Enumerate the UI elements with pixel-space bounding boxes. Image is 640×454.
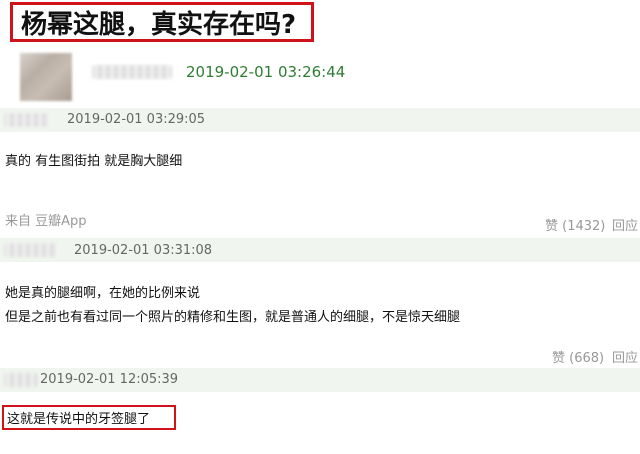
post-title: 杨幂这腿，真实存在吗?	[10, 2, 314, 42]
commenter-name-blurred[interactable]	[4, 113, 50, 127]
comment-timestamp: 2019-02-01 12:05:39	[40, 372, 179, 387]
comment-text: 真的 有生图街拍 就是胸大腿细	[5, 154, 183, 169]
comment-header: 2019-02-01 03:31:08	[0, 238, 640, 262]
post-title-text: 杨幂这腿，真实存在吗?	[21, 9, 297, 40]
highlighted-comment: 这就是传说中的牙签腿了	[2, 405, 176, 430]
commenter-name-blurred[interactable]	[4, 373, 38, 387]
avatar[interactable]	[20, 53, 72, 101]
comment-header: 2019-02-01 12:05:39	[0, 368, 640, 392]
username-blurred[interactable]	[92, 65, 172, 79]
comment-text-line: 她是真的腿细啊，在她的比例来说	[5, 286, 201, 301]
comment-timestamp: 2019-02-01 03:29:05	[67, 112, 206, 127]
reply-button[interactable]: 回应	[612, 347, 638, 366]
like-button[interactable]: 赞 (1432)	[545, 215, 605, 234]
like-button[interactable]: 赞 (668)	[552, 347, 604, 366]
comment-text: 这就是传说中的牙签腿了	[7, 412, 151, 427]
comment-source: 来自 豆瓣App	[5, 214, 87, 229]
commenter-name-blurred[interactable]	[4, 243, 58, 257]
post-timestamp: 2019-02-01 03:26:44	[186, 63, 346, 81]
comment-timestamp: 2019-02-01 03:31:08	[74, 243, 213, 258]
comment-header: 2019-02-01 03:29:05	[0, 108, 640, 132]
reply-button[interactable]: 回应	[612, 215, 638, 234]
comment-text-line: 但是之前也有看过同一个照片的精修和生图，就是普通人的细腿，不是惊天细腿	[5, 310, 461, 325]
